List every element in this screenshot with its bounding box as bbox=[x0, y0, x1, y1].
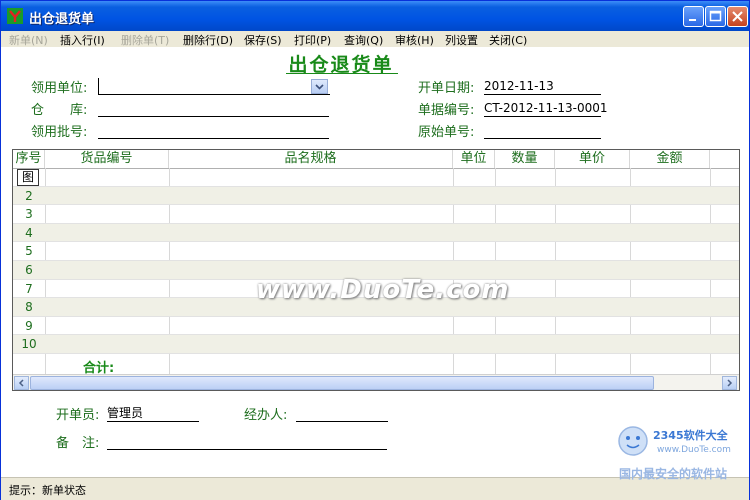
col-name-spec[interactable]: 品名规格 bbox=[169, 150, 453, 168]
dept-label: 领用单位: bbox=[31, 81, 88, 96]
issuer-field[interactable]: 管理员 bbox=[107, 405, 199, 422]
close-icon bbox=[732, 11, 743, 22]
minimize-icon bbox=[689, 19, 696, 21]
date-label: 开单日期: bbox=[418, 81, 475, 96]
warehouse-label: 仓 库: bbox=[31, 103, 88, 118]
col-unit[interactable]: 单位 bbox=[453, 150, 495, 168]
document-form: 出仓退货单 领用单位: 仓 库: 领用批号: 开单日期: 2012-11-13 … bbox=[1, 47, 749, 477]
orig-no-label: 原始单号: bbox=[418, 125, 475, 140]
status-text: 提示：新单状态 bbox=[9, 484, 86, 497]
watermark-text: www.DuoTe.com bbox=[256, 275, 510, 305]
table-row[interactable]: 10 bbox=[13, 335, 739, 354]
remark-label: 备 注: bbox=[56, 436, 100, 451]
row-picture-marker[interactable]: 图 bbox=[17, 169, 39, 186]
title-bar[interactable]: 出仓退货单 bbox=[1, 1, 749, 31]
orig-no-field[interactable] bbox=[484, 122, 601, 139]
badge-url: www.DuoTe.com bbox=[657, 445, 731, 455]
arrow-left-icon bbox=[18, 379, 24, 387]
maximize-icon bbox=[709, 10, 722, 22]
menu-insert-row[interactable]: 插入行(I) bbox=[60, 32, 105, 48]
total-row: 合计: bbox=[13, 355, 739, 376]
warehouse-field[interactable] bbox=[98, 100, 329, 117]
col-amount[interactable]: 金额 bbox=[630, 150, 710, 168]
maximize-button[interactable] bbox=[705, 6, 726, 27]
row-number: 3 bbox=[25, 207, 33, 222]
row-number: 10 bbox=[21, 337, 37, 352]
remark-field[interactable] bbox=[107, 433, 387, 450]
app-icon bbox=[7, 8, 23, 24]
batch-label: 领用批号: bbox=[31, 125, 88, 140]
table-row[interactable]: 9 bbox=[13, 317, 739, 336]
dept-dropdown-button[interactable] bbox=[311, 79, 328, 94]
row-number: 2 bbox=[25, 188, 33, 203]
minimize-button[interactable] bbox=[683, 6, 704, 27]
menu-query[interactable]: 查询(Q) bbox=[344, 32, 383, 48]
row-number: 5 bbox=[25, 244, 33, 259]
row-number: 7 bbox=[25, 281, 33, 296]
arrow-right-icon bbox=[727, 379, 733, 387]
scroll-thumb[interactable] bbox=[30, 376, 654, 390]
scroll-left-button[interactable] bbox=[14, 376, 29, 390]
badge-slogan: 国内最安全的软件站 bbox=[619, 467, 728, 481]
table-row[interactable]: 4 bbox=[13, 223, 739, 243]
doc-no-field[interactable]: CT-2012-11-13-0001 bbox=[484, 100, 608, 117]
menu-close[interactable]: 关闭(C) bbox=[489, 32, 527, 48]
badge-title: 2345软件大全 bbox=[653, 429, 728, 442]
mascot-icon bbox=[618, 426, 648, 456]
row-number: 8 bbox=[25, 300, 33, 315]
chevron-down-icon bbox=[315, 84, 324, 90]
col-seq[interactable]: 序号 bbox=[13, 150, 45, 168]
batch-field[interactable] bbox=[98, 122, 329, 139]
table-row[interactable]: 5 bbox=[13, 242, 739, 261]
site-badge: 2345软件大全 www.DuoTe.com 国内最安全的软件站 bbox=[613, 421, 749, 481]
table-row[interactable]: 图 bbox=[13, 168, 739, 187]
col-unit-price[interactable]: 单价 bbox=[555, 150, 630, 168]
dept-select[interactable] bbox=[98, 78, 330, 95]
table-row[interactable]: 3 bbox=[13, 205, 739, 224]
doc-no-label: 单据编号: bbox=[418, 103, 475, 118]
handler-field[interactable] bbox=[296, 405, 388, 422]
menu-column-settings[interactable]: 列设置 bbox=[445, 32, 478, 48]
table-row[interactable]: 2 bbox=[13, 186, 739, 206]
menu-print[interactable]: 打印(P) bbox=[294, 32, 331, 48]
scroll-right-button[interactable] bbox=[722, 376, 737, 390]
close-window-button[interactable] bbox=[727, 6, 748, 27]
horizontal-scrollbar[interactable] bbox=[13, 374, 739, 390]
menu-delete-doc[interactable]: 删除单(T) bbox=[121, 32, 169, 48]
menu-audit[interactable]: 审核(H) bbox=[395, 32, 434, 48]
menu-delete-row[interactable]: 删除行(D) bbox=[183, 32, 233, 48]
col-item-code[interactable]: 货品编号 bbox=[45, 150, 169, 168]
items-grid[interactable]: 序号 货品编号 品名规格 单位 数量 单价 金额 图 2 3 4 5 6 7 8… bbox=[12, 149, 740, 391]
row-number: 9 bbox=[25, 318, 33, 333]
app-window: 出仓退货单 新单(N) 插入行(I) 删除单(T) 删除行(D) 保存(S) 打… bbox=[0, 0, 750, 500]
menu-new[interactable]: 新单(N) bbox=[9, 32, 48, 48]
col-quantity[interactable]: 数量 bbox=[495, 150, 555, 168]
window-title: 出仓退货单 bbox=[29, 12, 95, 27]
row-number: 4 bbox=[25, 225, 33, 240]
date-field[interactable]: 2012-11-13 bbox=[484, 78, 601, 95]
title-underline bbox=[286, 73, 398, 74]
row-number: 6 bbox=[25, 263, 33, 277]
grid-header: 序号 货品编号 品名规格 单位 数量 单价 金额 bbox=[13, 150, 739, 169]
issuer-label: 开单员: bbox=[56, 408, 100, 423]
menu-bar: 新单(N) 插入行(I) 删除单(T) 删除行(D) 保存(S) 打印(P) 查… bbox=[1, 31, 749, 48]
handler-label: 经办人: bbox=[244, 408, 288, 423]
menu-save[interactable]: 保存(S) bbox=[244, 32, 282, 48]
